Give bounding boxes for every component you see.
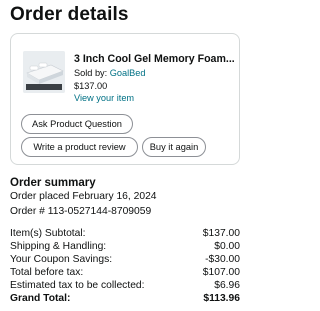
subtotal-row: Item(s) Subtotal: $137.00 <box>10 228 240 240</box>
item-price: $137.00 <box>74 81 108 91</box>
order-item-card: 3 Inch Cool Gel Memory Foam... Sold by: … <box>10 33 240 165</box>
order-number: Order # 113-0527144-8709059 <box>10 206 152 217</box>
subtotal-label: Item(s) Subtotal: <box>10 228 86 239</box>
total-before-tax-value: $107.00 <box>202 267 240 278</box>
estimated-tax-row: Estimated tax to be collected: $6.96 <box>10 280 240 292</box>
total-before-tax-row: Total before tax: $107.00 <box>10 267 240 279</box>
seller-link[interactable]: GoalBed <box>110 68 146 78</box>
coupon-label: Your Coupon Savings: <box>10 254 113 265</box>
order-placed-date: Order placed February 16, 2024 <box>10 191 157 202</box>
subtotal-value: $137.00 <box>202 228 240 239</box>
order-summary-heading: Order summary <box>10 177 96 189</box>
ask-product-question-button[interactable]: Ask Product Question <box>21 114 133 134</box>
grand-total-label: Grand Total: <box>10 293 71 304</box>
buy-it-again-button[interactable]: Buy it again <box>142 137 206 157</box>
shipping-label: Shipping & Handling: <box>10 241 107 252</box>
grand-total-row: Grand Total: $113.96 <box>10 293 240 305</box>
grand-total-value: $113.96 <box>203 293 240 304</box>
write-review-button[interactable]: Write a product review <box>21 137 138 157</box>
estimated-tax-label: Estimated tax to be collected: <box>10 280 145 291</box>
total-before-tax-label: Total before tax: <box>10 267 84 278</box>
shipping-value: $0.00 <box>214 241 240 252</box>
sold-by-line: Sold by: GoalBed <box>74 68 146 78</box>
coupon-value: -$30.00 <box>205 254 240 265</box>
sold-by-label: Sold by: <box>74 68 108 78</box>
coupon-row: Your Coupon Savings: -$30.00 <box>10 254 240 266</box>
product-thumbnail[interactable] <box>23 51 65 93</box>
product-title[interactable]: 3 Inch Cool Gel Memory Foam... <box>74 53 237 65</box>
mattress-topper-image <box>23 51 65 93</box>
page-title: Order details <box>10 4 129 25</box>
estimated-tax-value: $6.96 <box>214 280 240 291</box>
shipping-row: Shipping & Handling: $0.00 <box>10 241 240 253</box>
view-item-link[interactable]: View your item <box>74 93 134 103</box>
